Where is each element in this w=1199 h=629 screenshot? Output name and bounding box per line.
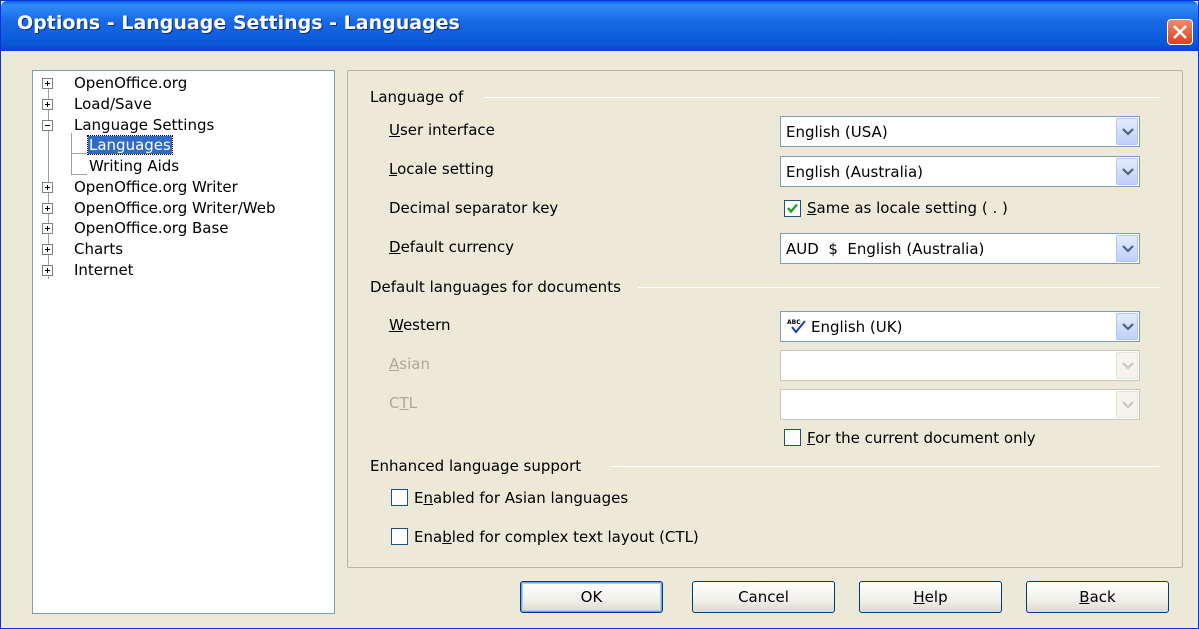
tree-item-label: Internet <box>74 261 134 279</box>
expand-icon[interactable] <box>42 223 53 234</box>
chevron-down-icon <box>1122 245 1134 253</box>
tree-item-label: OpenOffice.org Writer/Web <box>74 199 276 217</box>
settings-panel: Language of User interface English (USA)… <box>347 70 1183 568</box>
current-document-only-label[interactable]: For the current document only <box>807 429 1036 447</box>
group-divider <box>484 97 1160 98</box>
tree-item-label: OpenOffice.org Base <box>74 219 229 237</box>
ctl-language-select <box>780 389 1140 420</box>
options-dialog: Options - Language Settings - Languages … <box>0 0 1199 629</box>
default-currency-value: AUD $ English (Australia) <box>786 240 985 258</box>
tree-connector <box>71 153 87 154</box>
chevron-down-icon <box>1122 128 1134 136</box>
expand-icon[interactable] <box>42 203 53 214</box>
group-divider <box>610 466 1160 467</box>
dropdown-button[interactable] <box>1116 313 1138 340</box>
dropdown-button[interactable] <box>1116 158 1138 185</box>
expand-icon[interactable] <box>42 265 53 276</box>
group-default-languages: Default languages for documents <box>370 278 621 296</box>
checkmark-icon <box>787 203 798 214</box>
group-divider <box>638 287 1160 288</box>
enable-asian-checkbox[interactable] <box>391 489 408 506</box>
dropdown-button <box>1116 391 1138 418</box>
help-button[interactable]: Help <box>859 581 1002 613</box>
tree-item-label: OpenOffice.org <box>74 74 188 92</box>
expand-icon[interactable] <box>42 244 53 255</box>
svg-text:ABC: ABC <box>787 319 801 326</box>
group-enhanced-language: Enhanced language support <box>370 457 582 475</box>
chevron-down-icon <box>1122 323 1134 331</box>
default-currency-label: Default currency <box>389 238 514 256</box>
expand-icon[interactable] <box>42 99 53 110</box>
enable-ctl-label[interactable]: Enabled for complex text layout (CTL) <box>414 528 699 546</box>
collapse-icon[interactable] <box>42 120 53 131</box>
tree-item-label: Languages <box>87 135 173 155</box>
close-button[interactable] <box>1167 19 1193 45</box>
tree-connector <box>71 174 87 175</box>
back-button[interactable]: Back <box>1026 581 1169 613</box>
ctl-label: CTL <box>389 394 418 412</box>
cancel-button[interactable]: Cancel <box>692 581 835 613</box>
dropdown-button[interactable] <box>1116 235 1138 262</box>
current-document-only-checkbox[interactable] <box>784 429 801 446</box>
dropdown-button[interactable] <box>1116 118 1138 145</box>
group-language-of: Language of <box>370 88 464 106</box>
close-icon <box>1173 25 1187 39</box>
western-language-select[interactable]: ABC English (UK) <box>780 311 1140 342</box>
enable-asian-label[interactable]: Enabled for Asian languages <box>414 489 628 507</box>
asian-language-select <box>780 350 1140 381</box>
locale-setting-select[interactable]: English (Australia) <box>780 156 1140 187</box>
user-interface-select[interactable]: English (USA) <box>780 116 1140 147</box>
locale-setting-label: Locale setting <box>389 160 494 178</box>
western-label: Western <box>389 316 451 334</box>
window-title: Options - Language Settings - Languages <box>17 12 460 34</box>
tree-item-languages[interactable]: Languages <box>87 135 173 155</box>
ok-button[interactable]: OK <box>520 581 663 613</box>
same-as-locale-label[interactable]: Same as locale setting ( . ) <box>807 199 1008 217</box>
chevron-down-icon <box>1122 401 1134 409</box>
user-interface-label: User interface <box>389 121 495 139</box>
asian-label: Asian <box>389 355 430 373</box>
enable-ctl-checkbox[interactable] <box>391 528 408 545</box>
tree-item-label: OpenOffice.org Writer <box>74 178 238 196</box>
tree-item-label: Writing Aids <box>89 157 180 175</box>
locale-setting-value: English (Australia) <box>786 163 923 181</box>
default-currency-select[interactable]: AUD $ English (Australia) <box>780 233 1140 264</box>
tree-item-writing-aids[interactable]: Writing Aids <box>89 156 179 176</box>
tree-item-label: Language Settings <box>74 116 215 134</box>
user-interface-value: English (USA) <box>786 123 888 141</box>
title-bar[interactable]: Options - Language Settings - Languages <box>1 1 1198 51</box>
expand-icon[interactable] <box>42 78 53 89</box>
same-as-locale-checkbox[interactable] <box>784 200 801 217</box>
western-value-wrap: ABC English (UK) <box>787 318 902 336</box>
options-tree[interactable]: OpenOffice.org Load/Save Language Settin… <box>32 70 335 614</box>
dropdown-button <box>1116 352 1138 379</box>
tree-item-label: Load/Save <box>74 95 152 113</box>
tree-connector <box>71 133 72 175</box>
tree-item-label: Charts <box>74 240 124 258</box>
spellcheck-abc-icon: ABC <box>787 319 806 334</box>
chevron-down-icon <box>1122 362 1134 370</box>
chevron-down-icon <box>1122 168 1134 176</box>
expand-icon[interactable] <box>42 182 53 193</box>
decimal-separator-label: Decimal separator key <box>389 199 559 217</box>
western-value: English (UK) <box>811 318 903 336</box>
